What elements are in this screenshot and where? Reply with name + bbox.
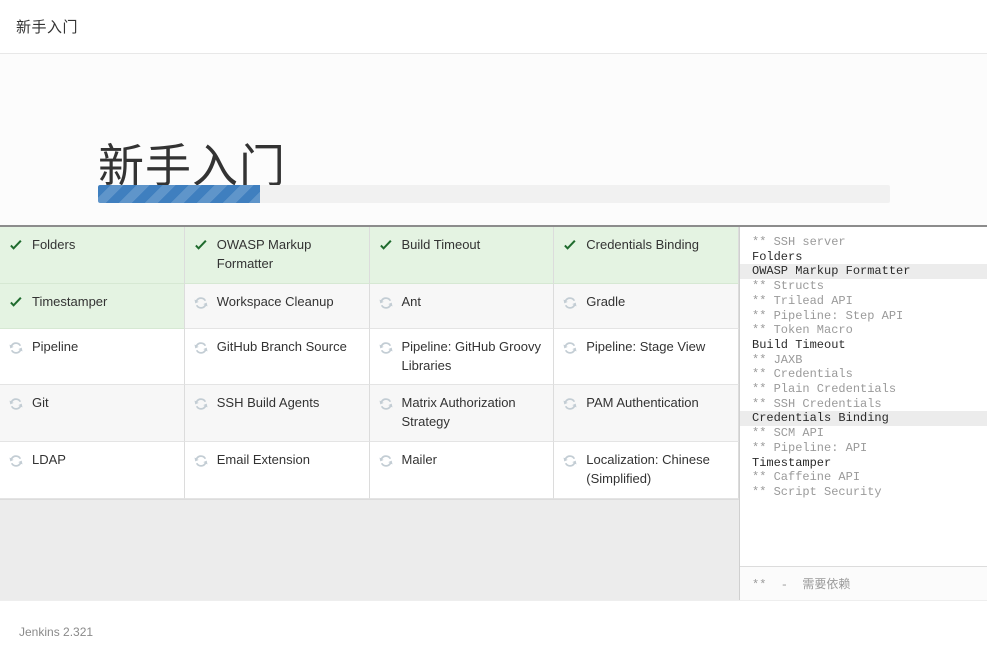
plugin-cell: Mailer (369, 442, 555, 499)
refresh-icon (378, 396, 394, 412)
refresh-icon (378, 295, 394, 311)
plugin-cell: Matrix Authorization Strategy (369, 385, 555, 443)
log-line-dependency: ** Credentials (752, 367, 853, 382)
install-log-panel: ** SSH server Folders OWASP Markup Formatt… (740, 227, 987, 600)
dependency-legend: ** - 需要依赖 (740, 566, 987, 600)
refresh-icon (562, 295, 578, 311)
plugin-name: SSH Build Agents (216, 395, 320, 411)
log-line-dependency: ** SSH server (752, 235, 846, 249)
log-line-dependency: ** SSH Credentials (752, 396, 882, 411)
refresh-icon (562, 396, 578, 412)
refresh-icon (193, 340, 209, 356)
log-line-dependency: ** SCM API (752, 426, 825, 441)
refresh-icon (193, 396, 209, 412)
plugin-cell: Git (0, 385, 185, 443)
log-line-plugin: Folders (752, 249, 803, 264)
check-icon (193, 238, 209, 254)
plugin-cell: Pipeline: Stage View (554, 328, 739, 386)
install-progress-bar (98, 185, 890, 203)
plugin-name: Timestamper (32, 293, 108, 309)
plugin-name: Ant (401, 293, 422, 309)
plugin-grid: Folders OWASP Markup Formatter Build Timeo… (0, 227, 739, 500)
plugin-name: Folders (32, 237, 76, 252)
plugin-cell: Email Extension (184, 442, 370, 499)
refresh-icon (8, 453, 24, 469)
plugin-name: Mailer (401, 452, 437, 468)
hero-section: 新手入门 (0, 54, 987, 225)
plugin-cell: Folders (0, 227, 185, 284)
plugin-cell: Pipeline (0, 328, 185, 386)
plugin-name: Pipeline (32, 338, 79, 354)
log-line-dependency: ** Token Macro (752, 323, 853, 338)
refresh-icon (8, 396, 24, 412)
plugin-name: LDAP (32, 452, 66, 468)
plugin-name: Credentials Binding (586, 237, 699, 252)
install-log-list: ** SSH server Folders OWASP Markup Formatt… (740, 227, 987, 566)
plugin-name: Workspace Cleanup (216, 293, 334, 309)
plugin-cell: GitHub Branch Source (184, 328, 370, 386)
log-line-plugin: Build Timeout (752, 337, 846, 352)
log-line-dependency: ** Script Security (752, 484, 882, 499)
refresh-icon (562, 453, 578, 469)
log-line-dependency: ** JAXB (752, 352, 803, 367)
log-line-dependency: ** Caffeine API (752, 470, 861, 485)
plugin-cell: Build Timeout (369, 227, 555, 284)
refresh-icon (8, 340, 24, 356)
log-line-dependency: ** Structs (752, 279, 825, 294)
page-footer: Jenkins 2.321 (0, 600, 987, 662)
plugin-name: OWASP Markup Formatter (216, 237, 312, 271)
page-title: 新手入门 (98, 139, 286, 192)
check-icon (8, 238, 24, 254)
plugin-cell: Credentials Binding (554, 227, 739, 284)
plugin-name: Matrix Authorization Strategy (401, 395, 516, 430)
jenkins-version-label: Jenkins 2.321 (19, 624, 94, 639)
plugin-name: Pipeline: GitHub Groovy Libraries (401, 338, 541, 373)
plugin-name: GitHub Branch Source (216, 338, 347, 354)
plugin-name: Build Timeout (401, 237, 481, 252)
plugin-cell: Workspace Cleanup (184, 283, 370, 329)
plugin-grid-panel: Folders OWASP Markup Formatter Build Timeo… (0, 227, 740, 600)
plugin-name: PAM Authentication (586, 395, 699, 411)
plugin-cell: Pipeline: GitHub Groovy Libraries (369, 328, 555, 386)
plugin-cell: Ant (369, 283, 555, 329)
log-line-dependency: ** Plain Credentials (752, 382, 897, 397)
plugin-name: Localization: Chinese (Simplified) (586, 452, 710, 486)
plugin-name: Pipeline: Stage View (586, 338, 706, 354)
plugin-cell: Localization: Chinese (Simplified) (554, 442, 739, 499)
install-progress-fill (98, 185, 261, 203)
log-line-plugin: Credentials Binding (740, 411, 987, 427)
log-line-dependency: ** Trilead API (752, 293, 853, 308)
plugin-cell: PAM Authentication (554, 385, 739, 443)
plugin-cell: Timestamper (0, 283, 185, 329)
log-line-plugin: Timestamper (752, 455, 832, 470)
plugin-name: Email Extension (216, 452, 310, 468)
plugin-cell: Gradle (554, 283, 739, 329)
check-icon (8, 295, 24, 311)
page-breadcrumb-title: 新手入门 (16, 19, 79, 36)
plugin-name: Gradle (586, 293, 626, 309)
plugin-cell: OWASP Markup Formatter (184, 227, 370, 284)
plugin-grid-empty-area (0, 499, 739, 600)
refresh-icon (378, 340, 394, 356)
refresh-icon (193, 295, 209, 311)
install-panel: Folders OWASP Markup Formatter Build Timeo… (0, 225, 987, 600)
refresh-icon (378, 453, 394, 469)
plugin-name: Git (32, 395, 49, 411)
refresh-icon (193, 453, 209, 469)
log-line-plugin: OWASP Markup Formatter (740, 264, 987, 280)
check-icon (562, 238, 578, 254)
plugin-cell: SSH Build Agents (184, 385, 370, 443)
check-icon (378, 238, 394, 254)
log-line-dependency: ** Pipeline: API (752, 440, 868, 455)
plugin-cell: LDAP (0, 442, 185, 499)
log-line-dependency: ** Pipeline: Step API (752, 308, 904, 323)
top-bar: 新手入门 (0, 0, 987, 54)
refresh-icon (562, 340, 578, 356)
